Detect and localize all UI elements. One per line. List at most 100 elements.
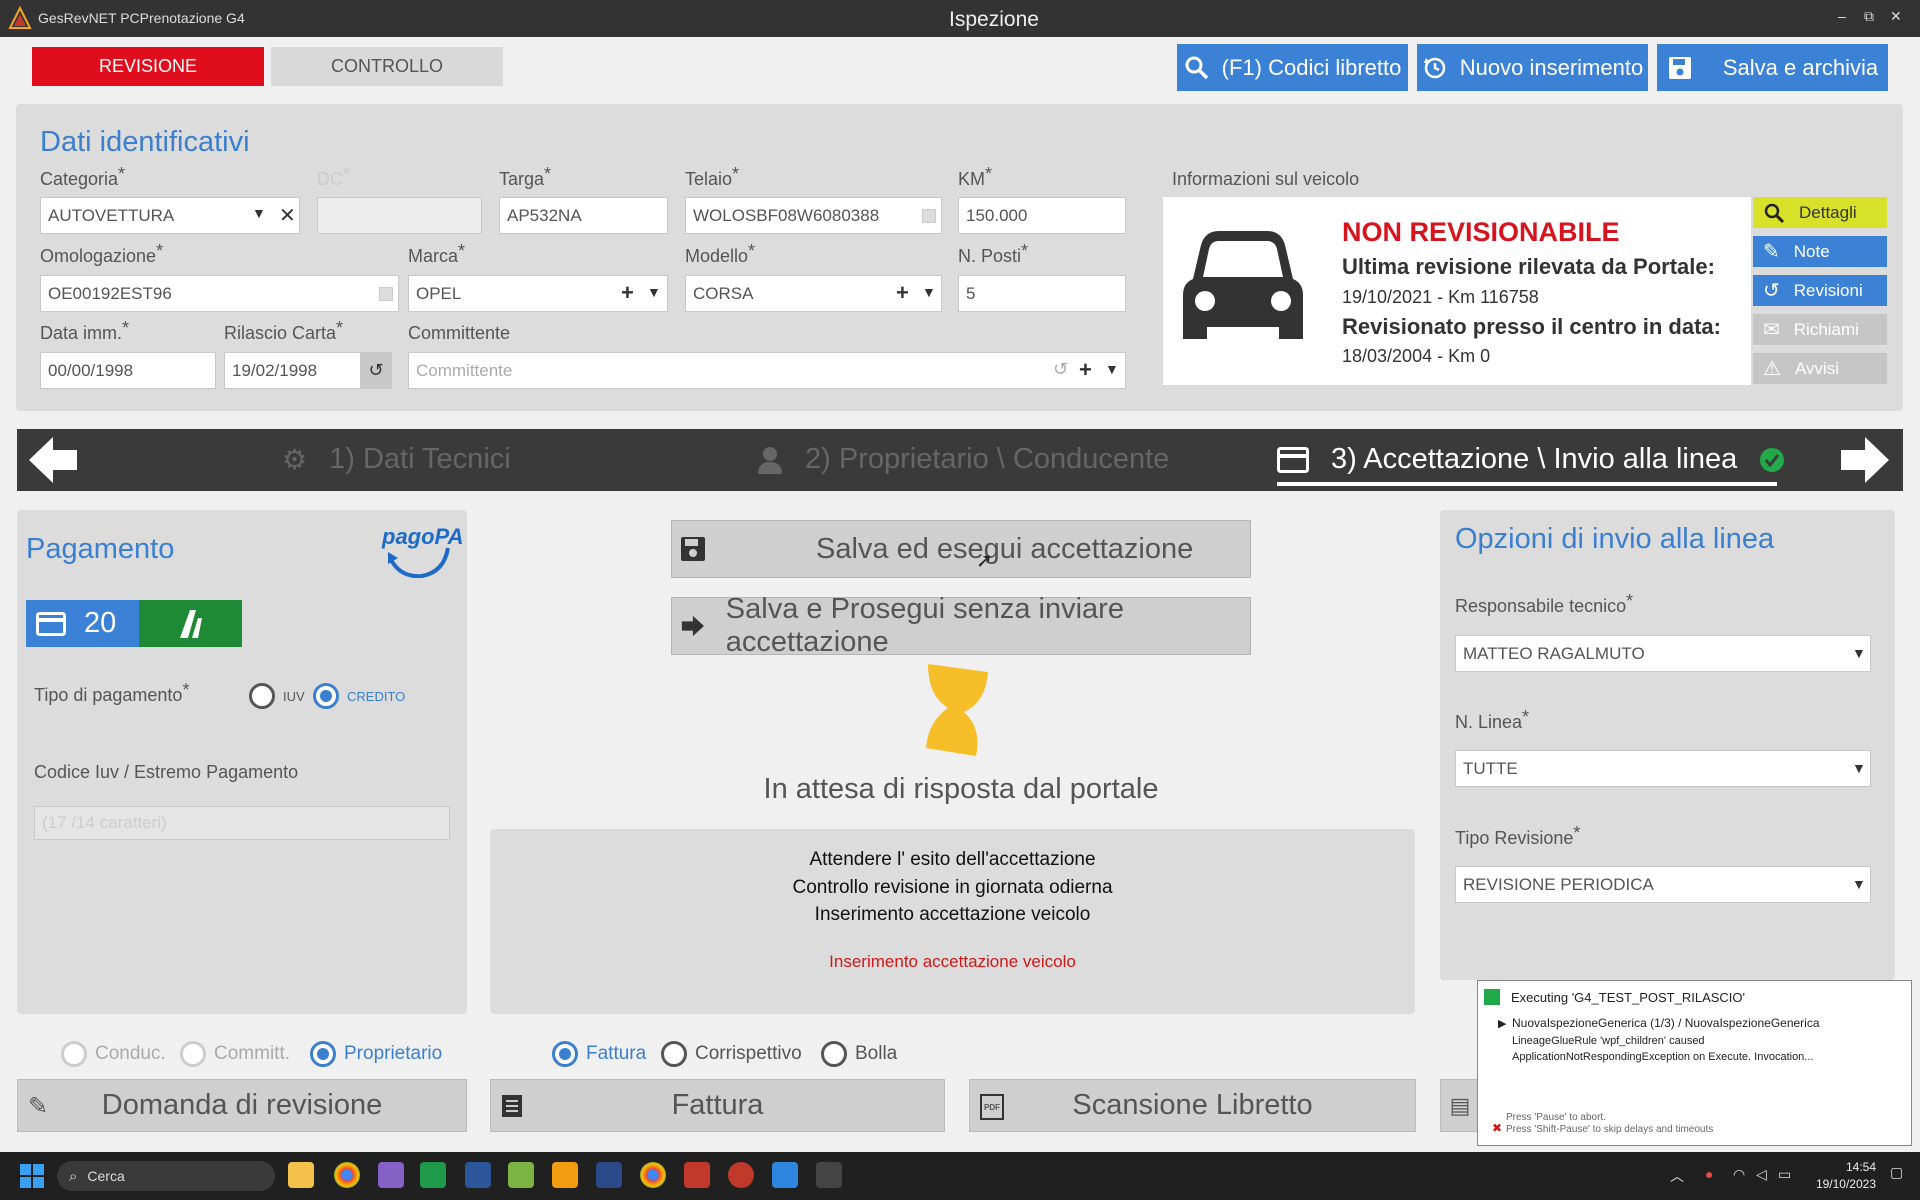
expand-arrow-icon[interactable]: ▶ xyxy=(1498,1017,1506,1030)
chrome-dev-icon[interactable] xyxy=(640,1162,666,1188)
radio-bolla[interactable]: Bolla xyxy=(821,1041,897,1067)
domanda-revisione-button[interactable]: ✎ Domanda di revisione xyxy=(17,1079,467,1132)
close-button[interactable]: ✕ xyxy=(1890,8,1902,25)
visual-studio-icon[interactable] xyxy=(378,1162,404,1188)
windows-start-icon[interactable] xyxy=(20,1164,44,1188)
arrow-left-icon[interactable] xyxy=(27,435,79,485)
scansione-libretto-button[interactable]: PDF Scansione Libretto xyxy=(969,1079,1416,1132)
chevron-down-icon[interactable]: ▼ xyxy=(922,284,936,300)
radio-bolla-circle[interactable] xyxy=(821,1041,847,1067)
radio-iuv-circle[interactable] xyxy=(249,683,275,709)
targa-field[interactable]: AP532NA xyxy=(499,197,668,234)
comment-button[interactable]: ▤ xyxy=(1440,1079,1480,1132)
restore-button[interactable]: ⧉ xyxy=(1864,8,1874,25)
powershell-icon[interactable] xyxy=(596,1162,622,1188)
word-icon[interactable] xyxy=(465,1162,491,1188)
gesrev-app-icon[interactable] xyxy=(728,1162,754,1188)
radio-fattura-circle[interactable] xyxy=(552,1041,578,1067)
categoria-select[interactable]: AUTOVETTURA ▼ ✕ xyxy=(40,197,300,234)
window-app-icon[interactable] xyxy=(772,1162,798,1188)
notepad-icon[interactable] xyxy=(508,1162,534,1188)
radio-committ-circle[interactable] xyxy=(180,1041,206,1067)
nuovo-inserimento-button[interactable]: Nuovo inserimento xyxy=(1417,44,1648,91)
radio-iuv[interactable]: IUV xyxy=(249,683,305,709)
radio-credito[interactable]: CREDITO xyxy=(313,683,405,709)
clock-time[interactable]: 14:54 xyxy=(1812,1160,1876,1174)
step3-label: 3) Accettazione \ Invio alla linea xyxy=(1331,443,1738,475)
chevron-down-icon[interactable]: ▼ xyxy=(1852,760,1866,776)
radio-conduc-circle[interactable] xyxy=(61,1041,87,1067)
modello-select[interactable]: CORSA + ▼ xyxy=(685,275,942,312)
clear-icon[interactable]: ✕ xyxy=(279,203,296,228)
wifi-icon[interactable]: ◠ xyxy=(1733,1166,1745,1183)
radio-fattura[interactable]: Fattura xyxy=(552,1041,646,1067)
file-explorer-icon[interactable] xyxy=(288,1162,314,1188)
battery-icon[interactable]: ▭ xyxy=(1778,1166,1791,1183)
radio-proprietario[interactable]: Proprietario xyxy=(310,1041,442,1067)
note-button[interactable]: ✎ Note xyxy=(1753,236,1887,267)
telaio-field[interactable]: WOLOSBF08W6080388 xyxy=(685,197,942,234)
tab-revisione[interactable]: REVISIONE xyxy=(32,47,264,86)
responsabile-select[interactable]: MATTEO RAGALMUTO ▼ xyxy=(1455,635,1871,672)
chrome-icon[interactable] xyxy=(334,1162,360,1188)
credit-card-button[interactable]: 20 xyxy=(26,600,139,647)
dettagli-button[interactable]: Dettagli xyxy=(1753,197,1887,228)
chevron-down-icon[interactable]: ▼ xyxy=(1852,876,1866,892)
dc-field[interactable] xyxy=(317,197,482,234)
lookup-icon[interactable] xyxy=(922,209,936,223)
codice-iuv-field[interactable]: (17 /14 caratteri) xyxy=(34,806,450,840)
tipo-revisione-select[interactable]: REVISIONE PERIODICA ▼ xyxy=(1455,866,1871,903)
step-dati-tecnici[interactable]: ⚙ 1) Dati Tecnici xyxy=(282,443,511,476)
step-accettazione[interactable]: 3) Accettazione \ Invio alla linea xyxy=(1277,443,1785,476)
reset-icon[interactable]: ↺ xyxy=(360,353,392,388)
km-field[interactable]: 150.000 xyxy=(958,197,1126,234)
chevron-down-icon[interactable]: ▼ xyxy=(252,205,266,221)
volume-icon[interactable]: ◁ xyxy=(1756,1166,1767,1183)
tab-controllo[interactable]: CONTROLLO xyxy=(271,47,503,86)
radio-corrispettivo-circle[interactable] xyxy=(661,1041,687,1067)
add-icon[interactable]: + xyxy=(896,280,909,306)
step-proprietario[interactable]: 2) Proprietario \ Conducente xyxy=(757,443,1169,476)
tool-icon[interactable] xyxy=(552,1162,578,1188)
radio-committ[interactable]: Committ. xyxy=(180,1041,290,1067)
codici-libretto-button[interactable]: (F1) Codici libretto xyxy=(1177,44,1408,91)
tools-red-icon[interactable] xyxy=(684,1162,710,1188)
linea-select[interactable]: TUTTE ▼ xyxy=(1455,750,1871,787)
radio-credito-circle[interactable] xyxy=(313,683,339,709)
add-icon[interactable]: + xyxy=(1079,357,1092,383)
revisioni-button[interactable]: ↺ Revisioni xyxy=(1753,275,1887,306)
notification-icon[interactable]: ▢ xyxy=(1890,1164,1903,1181)
terminal-icon[interactable] xyxy=(816,1162,842,1188)
salva-esegui-accettazione-button[interactable]: Salva ed esegui accettazione xyxy=(671,520,1251,578)
tray-chevron-icon[interactable]: ︿ xyxy=(1670,1166,1684,1186)
arrow-right-icon[interactable] xyxy=(1839,435,1891,485)
committente-field[interactable]: Committente ↺ + ▼ xyxy=(408,352,1126,389)
ultima-revisione-value: 19/10/2021 - Km 116758 xyxy=(1342,287,1539,307)
microphone-icon[interactable]: ● xyxy=(1705,1166,1713,1182)
salva-archivia-button[interactable]: Salva e archivia xyxy=(1657,44,1888,91)
lookup-icon[interactable] xyxy=(379,287,393,301)
reset-icon[interactable]: ↺ xyxy=(1053,359,1068,380)
chevron-down-icon[interactable]: ▼ xyxy=(1105,361,1119,377)
richiami-button[interactable]: ✉ Richiami xyxy=(1753,314,1887,345)
radio-conduc[interactable]: Conduc. xyxy=(61,1041,166,1067)
chevron-down-icon[interactable]: ▼ xyxy=(1852,645,1866,661)
omologazione-field[interactable]: OE00192EST96 xyxy=(40,275,399,312)
radio-corrispettivo[interactable]: Corrispettivo xyxy=(661,1041,802,1067)
minimize-button[interactable]: – xyxy=(1838,8,1846,24)
salva-prosegui-label: Salva e Prosegui senza inviare accettazi… xyxy=(725,593,1124,658)
marca-select[interactable]: OPEL + ▼ xyxy=(408,275,668,312)
taskbar-search[interactable]: ⌕ Cerca xyxy=(57,1161,275,1191)
app-green-icon[interactable] xyxy=(420,1162,446,1188)
salva-prosegui-button[interactable]: Salva e Prosegui senza inviare accettazi… xyxy=(671,593,1251,658)
clock-date[interactable]: 19/10/2023 xyxy=(1812,1177,1876,1191)
road-payment-button[interactable] xyxy=(139,600,242,647)
rilascio-field[interactable]: 19/02/1998 ↺ xyxy=(224,352,392,389)
avvisi-button[interactable]: ⚠ Avvisi xyxy=(1753,353,1887,384)
radio-proprietario-circle[interactable] xyxy=(310,1041,336,1067)
data-imm-field[interactable]: 00/00/1998 xyxy=(40,352,216,389)
posti-field[interactable]: 5 xyxy=(958,275,1126,312)
add-icon[interactable]: + xyxy=(621,280,634,306)
chevron-down-icon[interactable]: ▼ xyxy=(647,284,661,300)
fattura-button[interactable]: Fattura xyxy=(490,1079,945,1132)
